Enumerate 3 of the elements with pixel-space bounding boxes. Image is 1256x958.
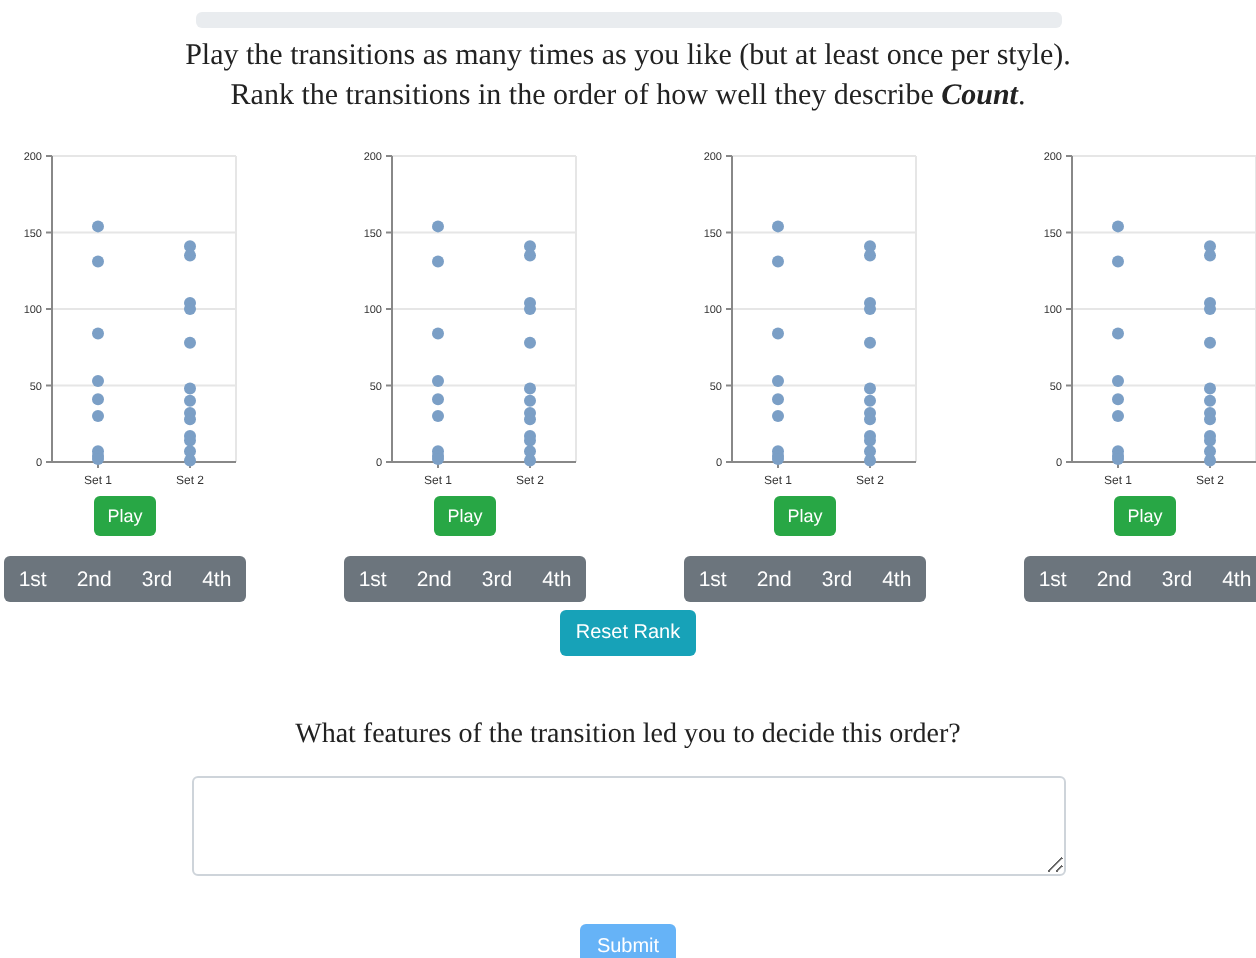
instruction-text: Play the transitions as many times as you like (but at least once per style). [185, 38, 1071, 76]
instruction-text: Rank the transitions in the order of how well they describe Count. [230, 78, 1026, 116]
question-text: What features of the transition led you to decide this order? [295, 720, 961, 752]
